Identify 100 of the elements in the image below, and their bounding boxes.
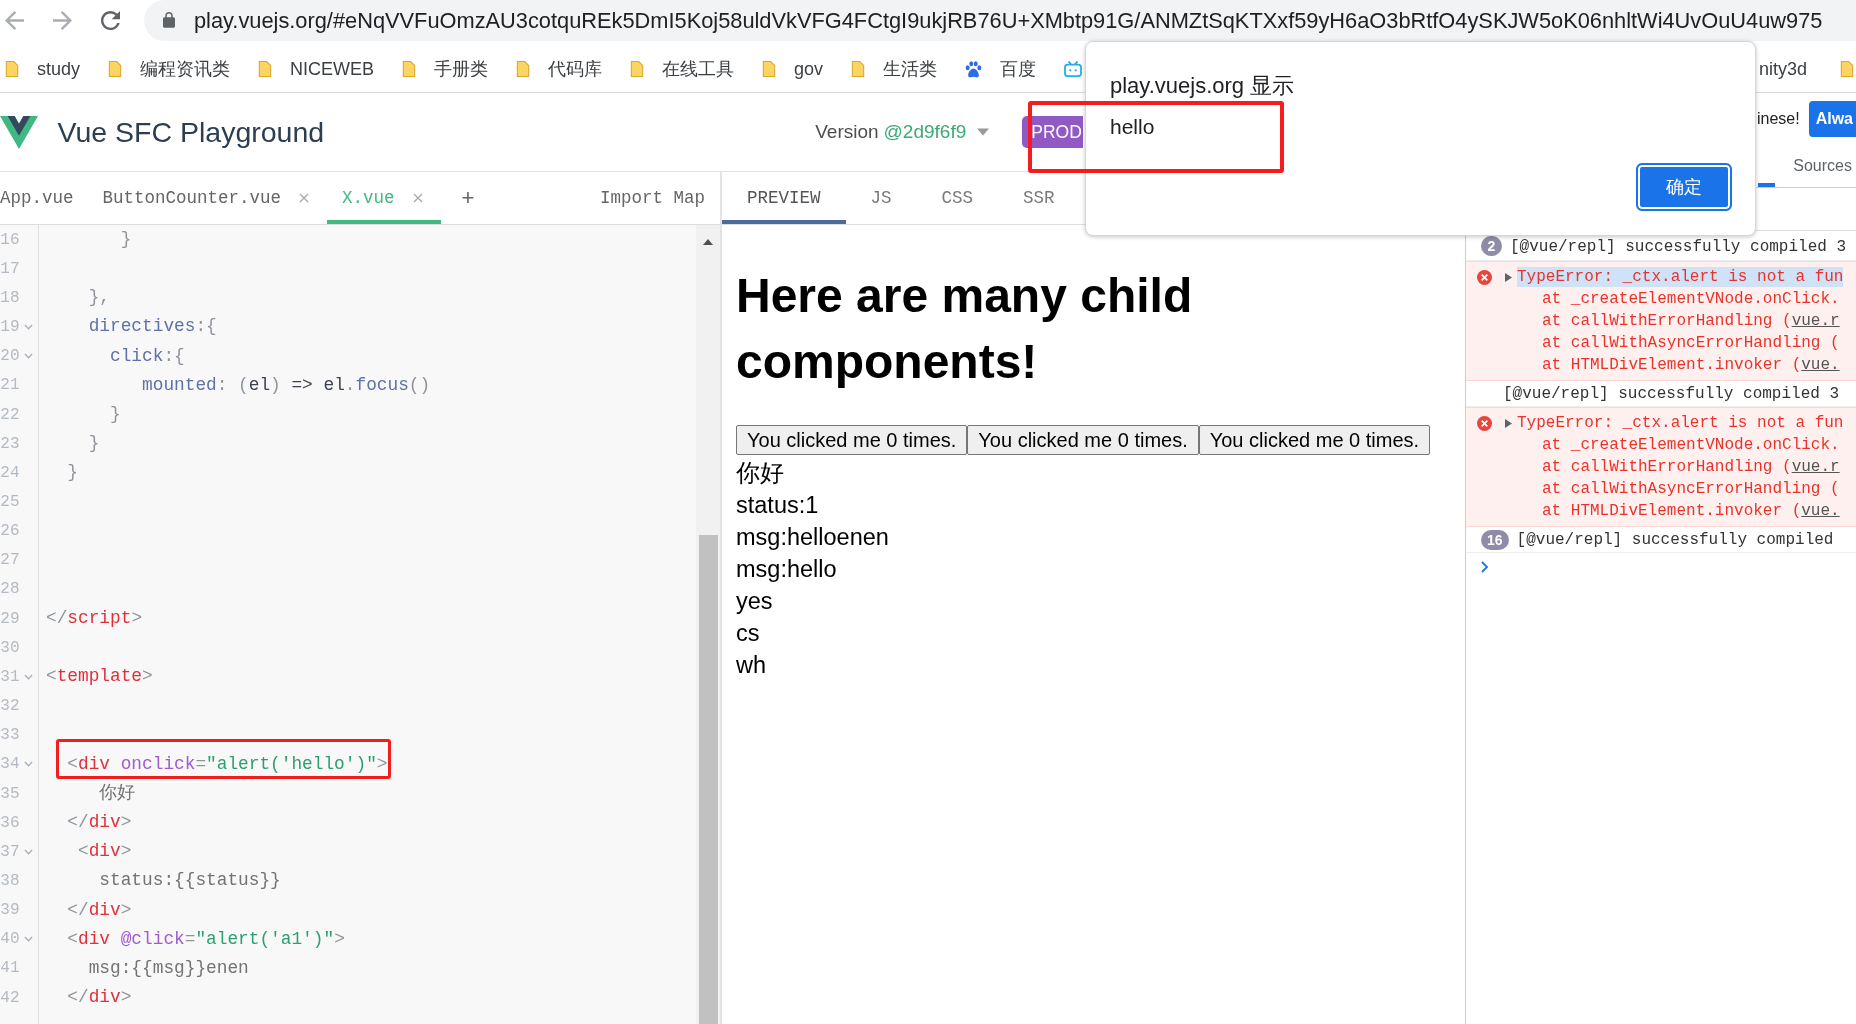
line-number: 33 <box>0 726 20 745</box>
bookmark[interactable]: 代码库 <box>516 54 603 84</box>
line-number: 20 <box>0 347 20 366</box>
code-line: } <box>67 462 78 483</box>
language-button[interactable]: Alwa <box>1808 101 1856 137</box>
code-line: <template> <box>46 666 153 687</box>
source-link[interactable]: vue.r <box>1791 458 1840 476</box>
confirm-button[interactable]: 确定 <box>1636 163 1732 211</box>
code-line: </div> <box>67 812 132 833</box>
scroll-up-arrow-icon[interactable] <box>703 239 713 245</box>
fold-caret-icon[interactable] <box>23 761 33 768</box>
code-line: }, <box>88 287 111 308</box>
line-number: 32 <box>0 697 20 716</box>
preview-text: yes <box>736 587 774 616</box>
line-number: 41 <box>0 959 20 978</box>
source-link[interactable]: vue. <box>1801 502 1840 520</box>
line-number: 40 <box>0 930 20 949</box>
url-text: play.vuejs.org/#eNqVVFuOmzAU3cotquREk5DmI5Koj58uldVkVFG4FCtgI9ukjRB76U+XMbtp91G/ANMZtSqKTXxf59yH6aO3bRtfO4ySKJW5oK06nhltWi4UvOuU4uw975 <box>194 7 1823 34</box>
output-tab[interactable]: PREVIEW <box>722 172 846 224</box>
folder-icon <box>1840 60 1854 78</box>
address-bar[interactable]: play.vuejs.org/#eNqVVFuOmzAU3cotquREk5DmI5Koj58uldVkVFG4FCtgI9ukjRB76U+XMbtp91G/ANMZtSqKTXxf59yH6aO3bRtfO4ySKJW5oK06nhltWi4UvOuU4uw975 <box>144 0 1856 41</box>
caret-icon <box>977 128 990 136</box>
bookmark[interactable]: nity3d <box>1758 54 1807 84</box>
bookmark[interactable]: 生活类 <box>851 54 938 84</box>
code-line: } <box>120 229 132 249</box>
close-icon[interactable] <box>412 193 423 203</box>
bookmark[interactable]: 手册类 <box>402 54 489 84</box>
bookmark[interactable]: NICEWEB <box>258 54 375 84</box>
preview-text: wh <box>736 651 768 680</box>
counter-button[interactable]: You clicked me 0 times. <box>1198 425 1431 455</box>
bookmark[interactable]: gov <box>762 54 824 84</box>
count-badge: 2 <box>1481 236 1502 256</box>
reload-icon <box>100 11 120 30</box>
code-line: 你好 <box>99 782 136 803</box>
log-message: [@vue/repl] successfully compiled 3 <box>1510 238 1847 256</box>
selected-tab-underline[interactable] <box>1758 183 1776 187</box>
code-line: click:{ <box>110 345 185 366</box>
line-number: 16 <box>0 230 20 249</box>
forward-arrow-icon <box>52 11 72 30</box>
mode-toggle[interactable]: PROD <box>1022 116 1083 148</box>
code-line: </div> <box>67 899 132 920</box>
fold-caret-icon[interactable] <box>23 324 33 331</box>
error-icon <box>1477 415 1492 431</box>
source-link[interactable]: vue.r <box>1791 312 1840 330</box>
code-line: status:{{status}} <box>99 870 281 891</box>
bookmark[interactable]: study <box>5 54 81 84</box>
fold-caret-icon[interactable] <box>23 353 33 360</box>
expand-triangle-icon[interactable] <box>1505 272 1512 282</box>
line-number: 36 <box>0 813 20 832</box>
code-line: <div> <box>78 841 132 862</box>
file-tab[interactable]: ButtonCounter.vue <box>87 172 328 224</box>
tv-icon <box>1064 61 1083 77</box>
close-icon[interactable] <box>299 193 310 203</box>
folder-icon <box>762 60 777 78</box>
file-tab[interactable]: App.vue <box>0 172 88 224</box>
import-map-tab[interactable]: Import Map <box>599 172 705 224</box>
code-line: <div onclick="alert('hello')"> <box>67 753 388 774</box>
counter-button[interactable]: You clicked me 0 times. <box>736 425 968 455</box>
folder-icon <box>402 60 417 78</box>
lock-icon <box>163 12 175 29</box>
code-line: <div @click="alert('a1')"> <box>67 928 345 949</box>
output-tab[interactable]: SSR <box>998 172 1080 224</box>
code-line: } <box>110 403 121 424</box>
code-line: mounted: (el) => el.focus() <box>142 374 431 395</box>
stack-trace-line: at _createElementVNode.onClick. <box>1541 289 1841 310</box>
line-number: 25 <box>0 493 20 511</box>
line-number: 26 <box>0 522 20 541</box>
scrollbar[interactable] <box>696 225 720 1024</box>
output-tab[interactable]: CSS <box>916 172 999 224</box>
line-number: 34 <box>0 755 20 774</box>
scrollbar-thumb[interactable] <box>698 535 718 1024</box>
devtools-tab[interactable]: Sources <box>1793 145 1856 187</box>
bookmark[interactable]: 百度 <box>965 54 1037 84</box>
preview-text: msg:helloenen <box>736 523 890 552</box>
fold-caret-icon[interactable] <box>23 848 33 855</box>
folder-icon <box>851 60 866 78</box>
line-number: 42 <box>0 988 20 1007</box>
folder-icon <box>516 60 531 78</box>
source-link[interactable]: vue. <box>1801 356 1840 374</box>
log-message: [@vue/repl] successfully compiled <box>1516 530 1834 549</box>
folder-icon <box>630 60 645 78</box>
folder-icon <box>258 60 273 78</box>
output-tab[interactable]: JS <box>845 172 917 224</box>
bookmark[interactable]: 在线工具 <box>630 54 735 84</box>
counter-button[interactable]: You clicked me 0 times. <box>967 425 1199 455</box>
line-number: 30 <box>0 638 20 657</box>
bookmark[interactable]: 编程资讯类 <box>108 54 231 84</box>
stack-trace-line: at callWithAsyncErrorHandling ( <box>1541 479 1841 500</box>
line-number: 21 <box>0 376 20 395</box>
log-message: [@vue/repl] successfully compiled 3 <box>1503 384 1840 403</box>
line-number: 22 <box>0 405 20 424</box>
fold-caret-icon[interactable] <box>23 936 33 943</box>
error-message: TypeError: _ctx.alert is not a fun <box>1517 413 1844 433</box>
preview-text: 你好 <box>736 459 785 488</box>
expand-triangle-icon[interactable] <box>1505 418 1512 428</box>
stack-trace-line: at callWithErrorHandling (vue.r <box>1541 457 1841 478</box>
add-file-button[interactable]: + <box>455 172 481 224</box>
fold-caret-icon[interactable] <box>23 673 33 680</box>
line-number: 19 <box>0 318 20 337</box>
line-number: 24 <box>0 463 20 482</box>
